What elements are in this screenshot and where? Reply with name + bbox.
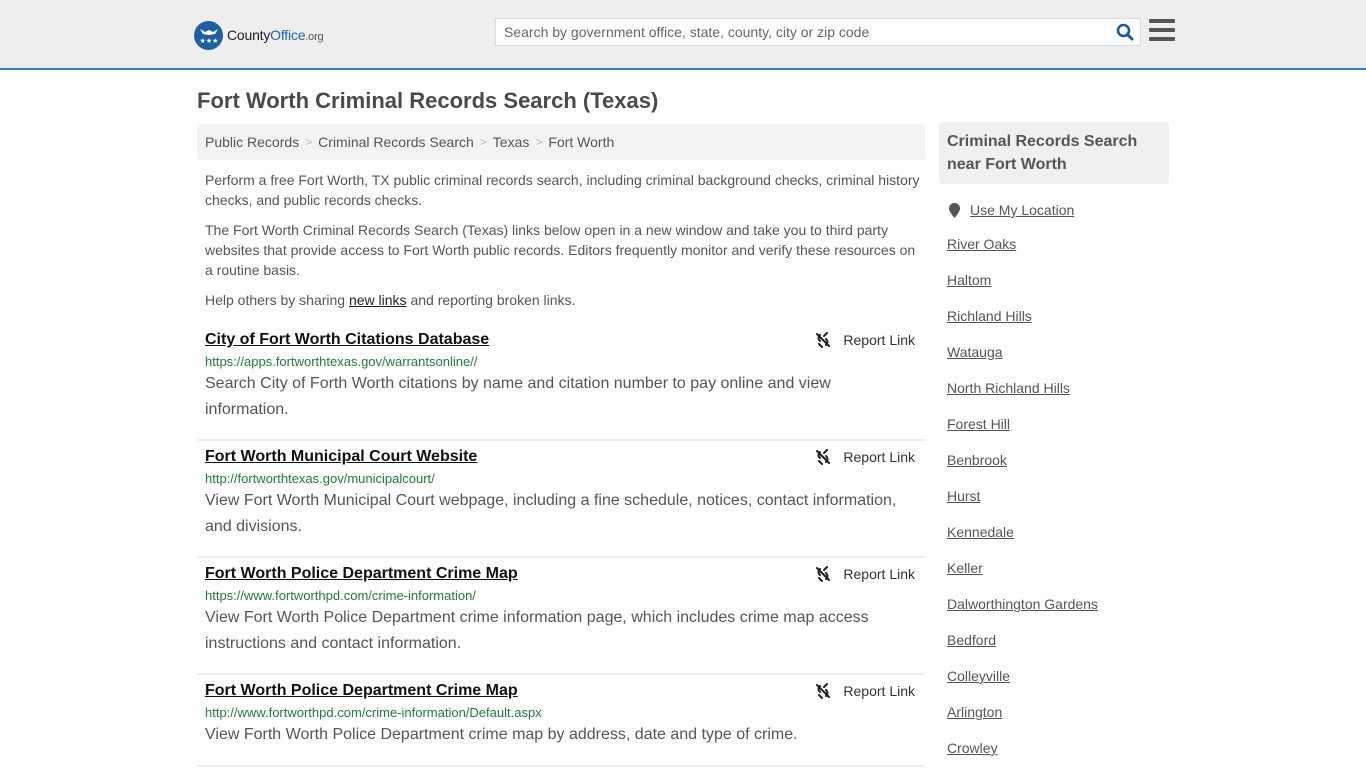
nearby-city-link[interactable]: Kennedale: [947, 524, 1014, 540]
result-title-link[interactable]: City of Fort Worth Citations Database: [205, 331, 489, 349]
new-links-link[interactable]: new links: [349, 292, 407, 308]
intro-text: Perform a free Fort Worth, TX public cri…: [205, 170, 920, 320]
list-item: Arlington: [947, 704, 1169, 740]
list-item: Kennedale: [947, 524, 1169, 560]
nearby-city-link[interactable]: River Oaks: [947, 236, 1016, 252]
site-header: ★★★ CountyOffice.org: [0, 0, 1366, 70]
result-title-link[interactable]: Fort Worth Police Department Crime Map: [205, 565, 518, 583]
eagle-stars-logo-icon: ★★★: [194, 20, 223, 50]
nearby-cities-list: River Oaks Haltom Richland Hills Watauga…: [939, 236, 1169, 776]
nearby-city-link[interactable]: Crowley: [947, 740, 998, 756]
search-icon: [1116, 23, 1134, 41]
result-item: City of Fort Worth Citations Database ht…: [197, 324, 925, 441]
result-description: View Fort Worth Police Department crime …: [205, 609, 869, 652]
result-description: View Forth Worth Police Department crime…: [205, 726, 798, 743]
result-title-link[interactable]: Fort Worth Municipal Court Website: [205, 448, 477, 466]
nearby-city-link[interactable]: Colleyville: [947, 668, 1010, 684]
breadcrumb: Public Records > Criminal Records Search…: [197, 124, 925, 160]
nearby-city-link[interactable]: Hurst: [947, 488, 980, 504]
list-item: Crowley: [947, 740, 1169, 776]
list-item: Hurst: [947, 488, 1169, 524]
report-link-button[interactable]: Report Link: [815, 683, 915, 699]
nearby-city-link[interactable]: Haltom: [947, 272, 991, 288]
nearby-city-link[interactable]: North Richland Hills: [947, 380, 1070, 396]
nearby-city-link[interactable]: Benbrook: [947, 452, 1007, 468]
logo-wordmark: CountyOffice.org: [227, 27, 324, 43]
list-item: North Richland Hills: [947, 380, 1169, 416]
result-url: http://fortworthtexas.gov/municipalcourt…: [205, 471, 435, 486]
nearby-city-link[interactable]: Keller: [947, 560, 983, 576]
list-item: Bedford: [947, 632, 1169, 668]
intro-paragraph-2: The Fort Worth Criminal Records Search (…: [205, 222, 916, 278]
breadcrumb-fort-worth[interactable]: Fort Worth: [548, 134, 614, 150]
broken-link-icon: [816, 332, 831, 348]
nearby-city-link[interactable]: Forest Hill: [947, 416, 1010, 432]
results-list: City of Fort Worth Citations Database ht…: [197, 324, 925, 767]
hamburger-menu-icon[interactable]: [1149, 19, 1175, 41]
map-pin-icon: [949, 202, 960, 218]
svg-text:★★★: ★★★: [199, 37, 218, 45]
result-title-link[interactable]: Fort Worth Police Department Crime Map: [205, 682, 518, 700]
report-link-button[interactable]: Report Link: [815, 332, 915, 348]
result-description: Search City of Forth Worth citations by …: [205, 375, 831, 418]
intro-paragraph-1: Perform a free Fort Worth, TX public cri…: [205, 172, 920, 208]
nearby-city-link[interactable]: Dalworthington Gardens: [947, 596, 1098, 612]
list-item: Watauga: [947, 344, 1169, 380]
result-item: Fort Worth Municipal Court Website http:…: [197, 441, 925, 558]
intro-paragraph-3: Help others by sharing new links and rep…: [205, 292, 576, 308]
search-input[interactable]: [496, 19, 1110, 45]
site-logo[interactable]: ★★★ CountyOffice.org: [194, 20, 324, 50]
nearby-sidebar: Criminal Records Search near Fort Worth …: [939, 122, 1169, 776]
result-url: https://apps.fortworthtexas.gov/warrants…: [205, 354, 478, 369]
result-url: http://www.fortworthpd.com/crime-informa…: [205, 705, 542, 720]
breadcrumb-separator-icon: >: [535, 135, 543, 149]
search-button[interactable]: [1110, 19, 1140, 45]
result-url: https://www.fortworthpd.com/crime-inform…: [205, 588, 476, 603]
list-item: River Oaks: [947, 236, 1169, 272]
list-item: Dalworthington Gardens: [947, 596, 1169, 632]
broken-link-icon: [816, 566, 831, 582]
list-item: Keller: [947, 560, 1169, 596]
breadcrumb-criminal-records-search[interactable]: Criminal Records Search: [318, 134, 474, 150]
list-item: Benbrook: [947, 452, 1169, 488]
sidebar-heading: Criminal Records Search near Fort Worth: [939, 122, 1169, 184]
nearby-city-link[interactable]: Arlington: [947, 704, 1002, 720]
breadcrumb-separator-icon: >: [305, 135, 313, 149]
nearby-city-link[interactable]: Watauga: [947, 344, 1003, 360]
nearby-city-link[interactable]: Richland Hills: [947, 308, 1032, 324]
site-search: [495, 18, 1141, 46]
use-my-location: Use My Location: [939, 202, 1169, 218]
use-my-location-link[interactable]: Use My Location: [970, 202, 1074, 218]
list-item: Forest Hill: [947, 416, 1169, 452]
broken-link-icon: [816, 449, 831, 465]
breadcrumb-texas[interactable]: Texas: [493, 134, 530, 150]
page-title: Fort Worth Criminal Records Search (Texa…: [197, 88, 659, 113]
breadcrumb-separator-icon: >: [479, 135, 487, 149]
result-description: View Fort Worth Municipal Court webpage,…: [205, 492, 897, 535]
list-item: Haltom: [947, 272, 1169, 308]
report-link-button[interactable]: Report Link: [815, 449, 915, 465]
broken-link-icon: [816, 683, 831, 699]
result-item: Fort Worth Police Department Crime Map h…: [197, 675, 925, 767]
header-divider: [0, 66, 1366, 68]
nearby-city-link[interactable]: Bedford: [947, 632, 996, 648]
list-item: Richland Hills: [947, 308, 1169, 344]
list-item: Colleyville: [947, 668, 1169, 704]
breadcrumb-public-records[interactable]: Public Records: [205, 134, 299, 150]
report-link-button[interactable]: Report Link: [815, 566, 915, 582]
result-item: Fort Worth Police Department Crime Map h…: [197, 558, 925, 675]
